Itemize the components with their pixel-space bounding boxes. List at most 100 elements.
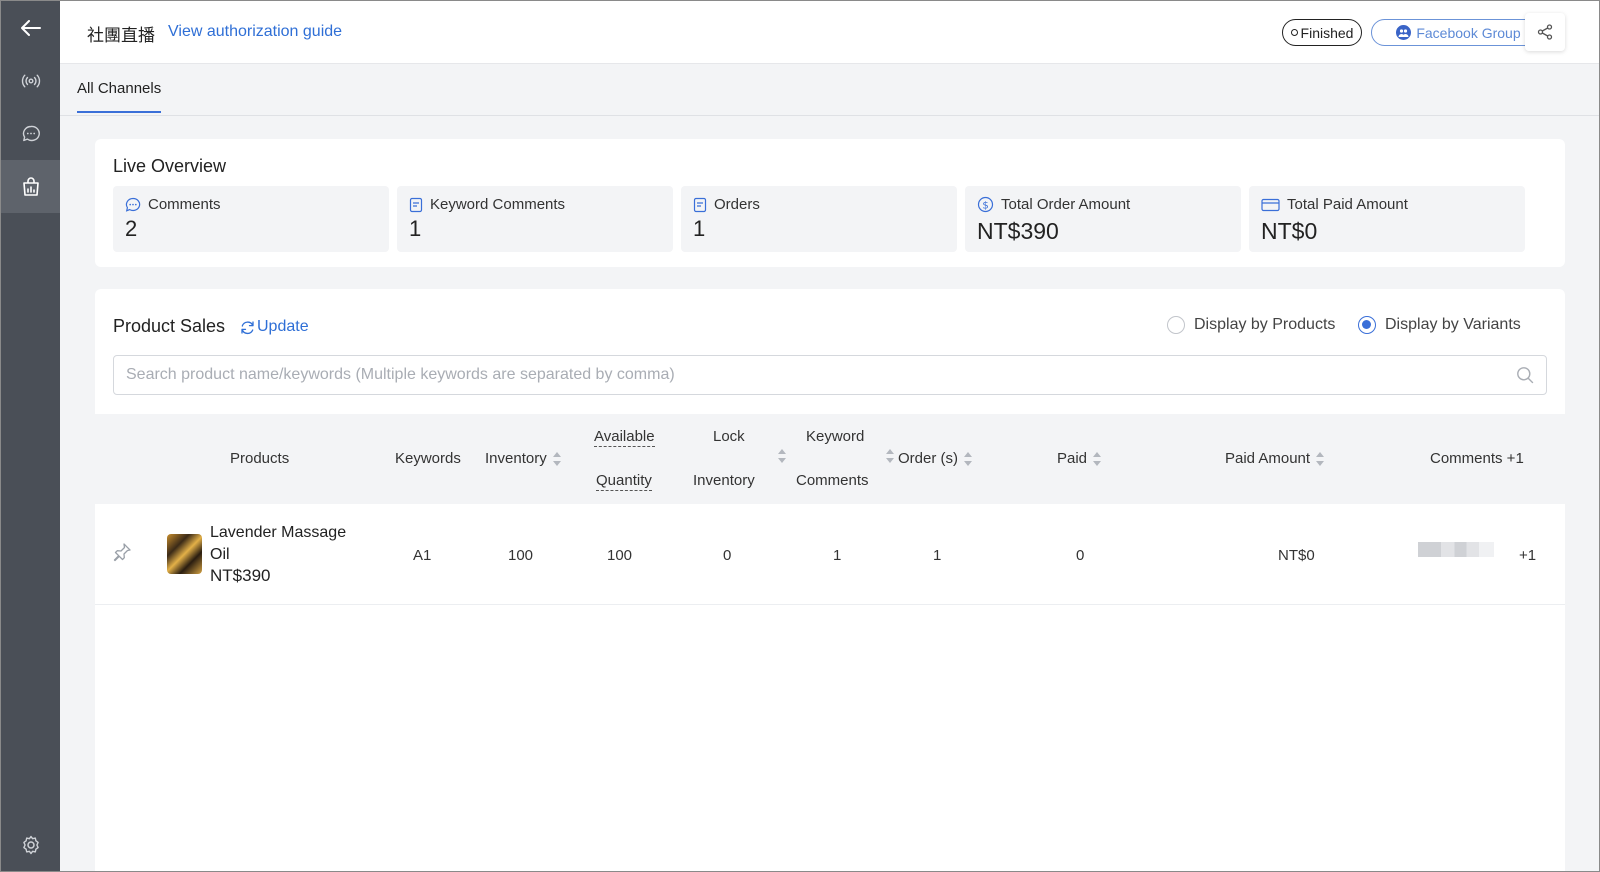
broadcast-icon	[21, 74, 40, 87]
col-inventory[interactable]: Inventory	[485, 450, 561, 467]
sidebar-item-comments[interactable]	[1, 107, 60, 160]
stat-label: Comments	[148, 196, 221, 213]
sort-icon	[1316, 452, 1325, 467]
col-orders[interactable]: Order (s)	[898, 450, 972, 467]
col-comments-plus: Comments +1	[1430, 450, 1524, 467]
sidebar	[1, 1, 60, 871]
stat-value: 1	[693, 216, 706, 241]
cell-comments-plus: +1	[1519, 547, 1537, 564]
cell-keyword: A1	[413, 547, 432, 564]
sort-icon[interactable]	[886, 449, 894, 463]
refresh-icon	[241, 320, 254, 334]
channel-tabs: All Channels	[60, 64, 1599, 116]
sidebar-item-sales[interactable]	[1, 160, 60, 213]
stat-label: Keyword Comments	[430, 196, 566, 213]
stat-label: Total Paid Amount	[1287, 196, 1408, 213]
cell-paid-amount: NT$0	[1278, 547, 1315, 564]
comment-icon	[125, 197, 141, 212]
stat-label: Total Order Amount	[1001, 196, 1131, 213]
product-sales-card: Product Sales Update Display by Products…	[95, 289, 1565, 871]
sales-table-header: Products Keywords Inventory Available Qu…	[95, 414, 1565, 504]
update-button[interactable]: Update	[240, 318, 309, 336]
top-header: 社團直播 View authorization guide Finished F…	[60, 1, 1599, 64]
sort-icon[interactable]	[778, 449, 786, 463]
cell-keyword-comments: 1	[833, 547, 842, 564]
col-inventory-label: Inventory	[485, 450, 547, 467]
radio-selected-icon	[1358, 316, 1376, 334]
card-icon	[1261, 198, 1280, 211]
search-icon[interactable]	[1516, 366, 1534, 384]
col-lock-inventory-2: Inventory	[693, 472, 755, 489]
display-by-products-radio[interactable]: Display by Products	[1167, 316, 1335, 334]
col-products: Products	[230, 450, 290, 467]
shopping-bag-icon	[22, 176, 39, 196]
gear-icon	[22, 835, 39, 854]
settings-button[interactable]	[1, 818, 60, 871]
col-available-quantity-2: Quantity	[596, 472, 652, 491]
arrow-left-icon	[20, 19, 41, 36]
live-overview-title: Live Overview	[113, 156, 227, 176]
stat-total-paid-amount: Total Paid Amount NT$0	[1249, 186, 1525, 252]
stat-total-order-amount: $ Total Order Amount NT$390	[965, 186, 1241, 252]
facebook-group-icon	[1396, 25, 1412, 40]
sort-icon	[964, 452, 972, 467]
col-keyword-comments: Keyword	[806, 428, 865, 445]
stat-label: Orders	[714, 196, 760, 213]
product-thumbnail	[167, 534, 202, 574]
table-row[interactable]: Lavender Massage Oil NT$390 A1 100 100 0…	[95, 504, 1565, 605]
share-button[interactable]	[1525, 13, 1565, 51]
sort-icon	[552, 452, 561, 467]
stat-value: 2	[125, 216, 138, 241]
col-lock-inventory: Lock	[713, 428, 745, 445]
update-label: Update	[257, 318, 309, 335]
authorization-guide-link[interactable]: View authorization guide	[168, 23, 342, 41]
col-paid-amount[interactable]: Paid Amount	[1225, 450, 1325, 467]
product-price: NT$390	[210, 566, 271, 585]
cell-available: 100	[607, 547, 633, 564]
dollar-icon: $	[977, 196, 994, 213]
cell-paid: 0	[1076, 547, 1085, 564]
sort-icon	[1093, 452, 1102, 467]
back-button[interactable]	[1, 1, 60, 54]
cell-orders: 1	[933, 547, 942, 564]
status-dot-icon	[1290, 29, 1298, 36]
share-icon	[1537, 24, 1553, 40]
sidebar-item-live[interactable]	[1, 54, 60, 107]
col-keywords: Keywords	[395, 450, 461, 467]
col-paid-label: Paid	[1057, 450, 1088, 467]
col-paid[interactable]: Paid	[1057, 450, 1102, 467]
col-keyword-comments-2: Comments	[796, 472, 869, 489]
stat-comments: Comments 2	[113, 186, 389, 252]
tab-all-channels[interactable]: All Channels	[77, 80, 162, 113]
status-badge: Finished	[1282, 19, 1362, 46]
stat-value: NT$390	[977, 218, 1059, 244]
status-badge-label: Finished	[1300, 24, 1354, 41]
product-sales-title: Product Sales	[113, 316, 226, 336]
document-icon	[693, 197, 707, 212]
live-overview-card: Live Overview Comments 2 Keyword Comment…	[95, 139, 1565, 267]
svg-text:$: $	[982, 200, 988, 211]
document-icon	[409, 197, 423, 212]
cell-lock-inventory: 0	[723, 547, 732, 564]
radio-label: Display by Products	[1194, 316, 1336, 333]
app-window: 社團直播 View authorization guide Finished F…	[0, 0, 1600, 872]
search-input[interactable]	[126, 356, 1506, 394]
page-title: 社團直播	[87, 26, 155, 46]
col-orders-label: Order (s)	[898, 450, 958, 467]
product-search	[113, 355, 1547, 395]
display-by-variants-radio[interactable]: Display by Variants	[1358, 316, 1521, 334]
col-paid-amount-label: Paid Amount	[1225, 450, 1311, 467]
source-badge-label: Facebook Group	[1416, 24, 1521, 41]
stat-orders: Orders 1	[681, 186, 957, 252]
cell-inventory: 100	[508, 547, 534, 564]
pin-icon[interactable]	[112, 542, 132, 562]
chat-icon	[22, 125, 40, 142]
source-badge: Facebook Group	[1371, 19, 1546, 46]
stat-value: 1	[409, 216, 422, 241]
col-available-quantity: Available	[594, 428, 655, 447]
radio-circle-icon	[1167, 316, 1185, 334]
product-name: Lavender Massage Oil	[210, 524, 347, 563]
stat-value: NT$0	[1261, 218, 1318, 244]
stat-keyword-comments: Keyword Comments 1	[397, 186, 673, 252]
radio-label: Display by Variants	[1385, 316, 1521, 333]
